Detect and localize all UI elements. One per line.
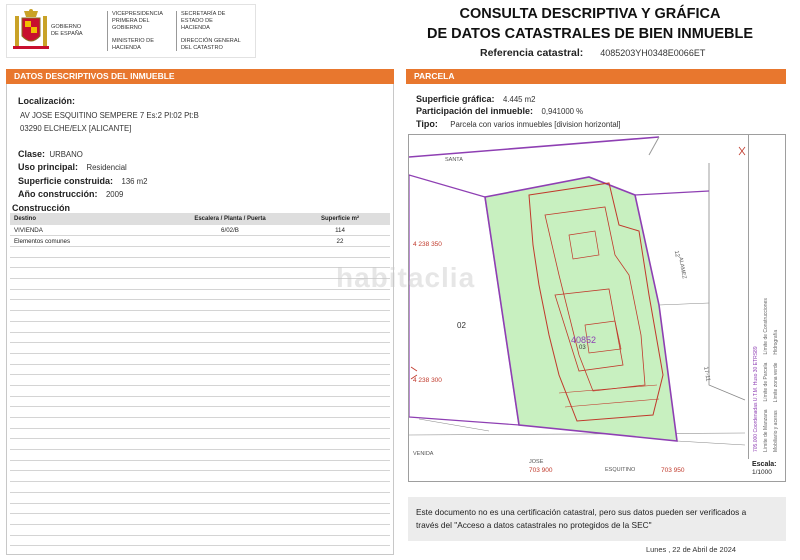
street-top-label: SANTA bbox=[445, 157, 463, 163]
tipo-label: Tipo: bbox=[416, 119, 438, 129]
legend-item: Límite de Construcciones bbox=[763, 298, 769, 355]
legend-item: Hidrografía bbox=[773, 329, 779, 355]
location-line1: AV JOSE ESQUITINO SEMPERE 7 Es:2 Pl:02 P… bbox=[20, 111, 199, 120]
location-line2: 03290 ELCHE/ELX [ALICANTE] bbox=[20, 124, 132, 133]
anio-row: Año construcción: 2009 bbox=[18, 184, 123, 202]
legend-item: Mobiliario y aceras bbox=[773, 410, 779, 452]
location-label: Localización: bbox=[18, 96, 76, 106]
header-destino: Destino bbox=[14, 216, 37, 222]
disclaimer-notice: Este documento no es una certificación c… bbox=[408, 497, 786, 541]
cell-destino: VIVIENDA bbox=[14, 227, 43, 234]
cell-escalera: 6/02/B bbox=[221, 227, 239, 234]
descriptive-panel-header: DATOS DESCRIPTIVOS DEL INMUEBLE bbox=[6, 69, 394, 84]
x-coord-right: 703 950 bbox=[661, 467, 685, 474]
anio-label: Año construcción: bbox=[18, 189, 98, 199]
x-coord-left: 703 900 bbox=[529, 467, 553, 474]
street-left-label: VENIDA bbox=[413, 451, 434, 457]
reference-value: 4085203YH0348E0066ET bbox=[600, 48, 706, 58]
cadastral-map: 4 238 350 4 238 300 703 900 703 950 4085… bbox=[408, 134, 786, 482]
header-superficie: Superficie m² bbox=[320, 216, 359, 222]
gobierno-text: GOBIERNO DE ESPAÑA bbox=[51, 24, 83, 37]
reference-row: Referencia catastral: 4085203YH0348E0066… bbox=[480, 47, 705, 59]
reference-label: Referencia catastral: bbox=[480, 47, 584, 59]
empty-table-lines bbox=[10, 247, 390, 547]
cell-destino: Elementos comunes bbox=[14, 238, 71, 245]
cell-superficie: 22 bbox=[336, 238, 344, 245]
direccion-text: DIRECCIÓN GENERAL DEL CATASTRO bbox=[181, 37, 241, 51]
ministerio-text: MINISTERIO DE HACIENDA bbox=[112, 37, 154, 51]
cell-escalera bbox=[160, 236, 300, 246]
table-row: VIVIENDA 6/02/B 114 bbox=[10, 225, 390, 236]
vicepresidencia-text: VICEPRESIDENCIA PRIMERA DEL GOBIERNO bbox=[112, 10, 163, 31]
street-bottom-label-2: ESQUITINO bbox=[605, 467, 636, 473]
tipo-value: Parcela con varios inmuebles [division h… bbox=[450, 120, 621, 129]
map-legend: 705.000 Coordenadas U.T.M. Huso 30 ETRS8… bbox=[748, 134, 786, 459]
construction-table: Destino Escalera / Planta / Puerta Super… bbox=[10, 213, 390, 247]
y-coord-bottom: 4 238 300 bbox=[413, 377, 442, 384]
y-coord-top: 4 238 350 bbox=[413, 241, 442, 248]
legend-item: Límite zona verde bbox=[773, 362, 779, 403]
table-row: Elementos comunes 22 bbox=[10, 236, 390, 247]
cell-superficie: 114 bbox=[335, 227, 345, 234]
government-logo: GOBIERNO DE ESPAÑA VICEPRESIDENCIA PRIME… bbox=[6, 4, 256, 58]
notice-line2: través del "Acceso a datos catastrales n… bbox=[416, 520, 652, 530]
header-escalera: Escalera / Planta / Puerta bbox=[194, 216, 266, 222]
legend-item: Límite de Manzana bbox=[763, 409, 769, 452]
parcel-sub: 03 bbox=[579, 345, 586, 351]
superficie-value: 136 m2 bbox=[121, 177, 148, 186]
scale-value: 1/1000 bbox=[752, 469, 772, 476]
street-bottom-label-1: JOSE bbox=[529, 459, 544, 465]
legend-coords: 705.000 Coordenadas U.T.M. Huso 30 ETRS8… bbox=[753, 346, 759, 452]
anio-value: 2009 bbox=[105, 190, 124, 199]
spain-coat-of-arms-icon bbox=[11, 8, 51, 54]
scale-box: Escala: 1/1000 bbox=[752, 461, 777, 477]
notice-line1: Este documento no es una certificación c… bbox=[416, 507, 747, 517]
watermark: habitaclia bbox=[336, 262, 476, 293]
tipo-row: Tipo: Parcela con varios inmuebles [divi… bbox=[416, 114, 621, 132]
parcela-panel-header: PARCELA bbox=[406, 69, 786, 84]
construccion-title: Construcción bbox=[12, 203, 71, 213]
document-title: CONSULTA DESCRIPTIVA Y GRÁFICA DE DATOS … bbox=[427, 6, 753, 42]
legend-item: Límite de Parcela bbox=[763, 362, 769, 402]
table-header: Destino Escalera / Planta / Puerta Super… bbox=[10, 213, 390, 225]
secretaria-text: SECRETARÍA DE ESTADO DE HACIENDA bbox=[181, 10, 226, 31]
neighbor-parcel: 02 bbox=[457, 321, 466, 330]
document-date: Lunes , 22 de Abril de 2024 bbox=[646, 545, 736, 554]
scale-label: Escala: bbox=[752, 461, 777, 468]
parcel-id: 40852 bbox=[571, 335, 597, 345]
side-label-1: 12 bbox=[672, 250, 680, 258]
